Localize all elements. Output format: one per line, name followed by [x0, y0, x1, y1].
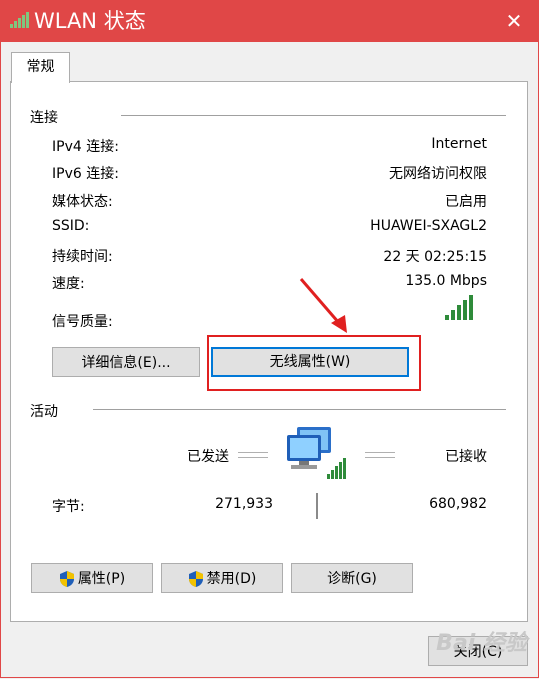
speed-value: 135.0 Mbps [405, 273, 487, 289]
properties-button-label: 属性(P) [77, 571, 126, 587]
signal-bars-icon [445, 295, 473, 320]
ipv6-value: 无网络访问权限 [389, 166, 487, 182]
duration-value: 22 天 02:25:15 [383, 249, 487, 265]
received-line [365, 452, 395, 458]
disable-button-label: 禁用(D) [206, 571, 257, 587]
section-divider [121, 115, 506, 116]
activity-divider [316, 493, 318, 519]
ipv6-label: IPv6 连接: [52, 166, 119, 182]
annotation-highlight-box [207, 335, 421, 391]
annotation-arrow-icon [299, 278, 347, 333]
bytes-received-value: 680,982 [429, 496, 487, 512]
uac-shield-icon [59, 571, 74, 587]
uac-shield-icon [188, 571, 203, 587]
sent-label: 已发送 [187, 449, 229, 465]
wlan-signal-icon [10, 12, 29, 28]
ssid-label: SSID: [52, 218, 90, 234]
ipv4-label: IPv4 连接: [52, 139, 119, 155]
properties-button[interactable]: 属性(P) [31, 563, 153, 593]
connection-section-title: 连接 [30, 110, 58, 126]
details-button[interactable]: 详细信息(E)... [52, 347, 200, 377]
duration-label: 持续时间: [52, 249, 113, 265]
activity-section-title: 活动 [30, 404, 58, 420]
speed-label: 速度: [52, 276, 85, 292]
media-state-label: 媒体状态: [52, 194, 113, 210]
section-divider [93, 409, 506, 410]
media-state-value: 已启用 [445, 194, 487, 210]
close-window-button[interactable]: ✕ [499, 6, 529, 36]
disable-button[interactable]: 禁用(D) [161, 563, 283, 593]
diagnose-button[interactable]: 诊断(G) [291, 563, 413, 593]
ssid-value: HUAWEI-SXAGL2 [370, 218, 487, 234]
ipv4-value: Internet [431, 136, 487, 152]
bytes-label: 字节: [52, 499, 85, 515]
tab-general[interactable]: 常规 [11, 52, 70, 83]
sent-line [238, 452, 268, 458]
bytes-sent-value: 271,933 [215, 496, 273, 512]
network-computer-icon [287, 427, 346, 479]
watermark: Bai 经验 [436, 631, 527, 656]
received-label: 已接收 [445, 449, 487, 465]
signal-quality-label: 信号质量: [52, 314, 113, 330]
title-bar: WLAN 状态 ✕ [0, 0, 539, 42]
window-title: WLAN 状态 [34, 9, 146, 33]
